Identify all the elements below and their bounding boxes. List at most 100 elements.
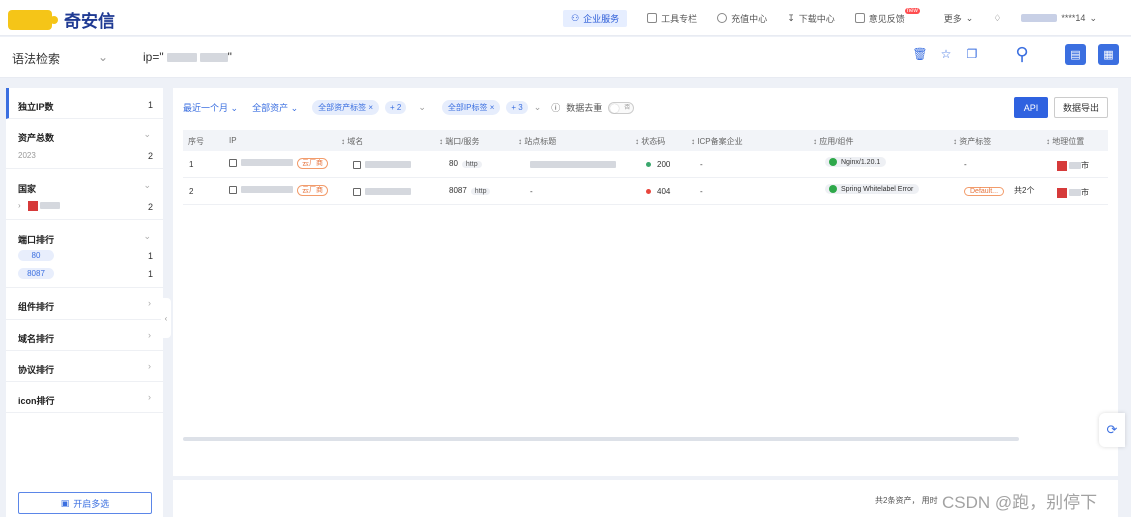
column-header[interactable]: ↕ 地理位置 (1046, 136, 1084, 147)
column-header[interactable]: ↕ 应用/组件 (813, 136, 853, 147)
sidebar-item-domain[interactable]: 域名排行 › (6, 320, 163, 351)
chevron-down-icon[interactable]: ⌄ (418, 102, 426, 113)
nav-recharge[interactable]: 充值中心 (707, 0, 777, 36)
sidebar-item-icon[interactable]: icon排行 › (6, 382, 163, 413)
location-cell: 市 (1057, 187, 1089, 198)
results-panel: 最近一个月 ⌄ 全部资产 ⌄ 全部资产标签 × + 2 ⌄ 全部IP标签 × +… (173, 88, 1118, 476)
toolbox-icon (647, 13, 658, 23)
time-range-select[interactable]: 最近一个月 ⌄ (183, 101, 238, 114)
chevron-down-icon[interactable]: ⌄ (534, 102, 542, 113)
chevron-down-icon: ⌄ (143, 180, 151, 190)
protocol-tag: http (470, 188, 491, 195)
nav-download[interactable]: ↧ 下载中心 (777, 0, 845, 36)
asset-tag-chip[interactable]: 全部资产标签 × (312, 100, 380, 115)
port-pill[interactable]: 8087 (18, 268, 54, 279)
cloud-vendor-tag: 云厂商 (297, 158, 328, 169)
sidebar-item-ports[interactable]: 端口排行 ⌄ 80 1 8087 1 (6, 220, 163, 288)
domain-cell[interactable] (353, 160, 411, 169)
top-nav-menu: ⚇ 企业服务 工具专栏 充值中心 ↧ 下载中心 意见反馈 new 更多 ⌄ ♢ ****… (563, 0, 1107, 36)
export-data-button[interactable]: 数据导出 (1054, 97, 1108, 118)
new-badge: new (904, 8, 920, 14)
sidebar-item-component[interactable]: 组件排行 › (6, 288, 163, 320)
port-cell[interactable]: 8087 http (449, 186, 491, 195)
asset-tag-more[interactable]: + 2 (385, 101, 407, 114)
status-code-cell: 200 (646, 160, 670, 169)
column-header[interactable]: ↕ ICP备案企业 (691, 136, 743, 147)
asset-type-select[interactable]: 全部资产 ⌄ (252, 101, 298, 114)
dedup-label: 数据去重 (566, 103, 603, 113)
sidebar-item-protocol[interactable]: 协议排行 › (6, 351, 163, 382)
filter-bar: 最近一个月 ⌄ 全部资产 ⌄ 全部资产标签 × + 2 ⌄ 全部IP标签 × +… (183, 100, 635, 115)
status-dot (646, 189, 651, 195)
spring-icon (829, 185, 837, 193)
nav-tools[interactable]: 工具专栏 (637, 0, 707, 36)
host-icon (229, 185, 237, 194)
port-cell[interactable]: 80 http (449, 159, 482, 168)
column-header[interactable]: IP (229, 136, 237, 145)
status-code-cell: 404 (646, 187, 670, 196)
top-navigation-bar: 奇安信 ⚇ 企业服务 工具专栏 充值中心 ↧ 下载中心 意见反馈 new 更多 ⌄ ♢ … (0, 0, 1131, 36)
floating-assistant-button[interactable]: ⟳ (1099, 413, 1125, 447)
country-flag-icon (1057, 187, 1067, 198)
chevron-down-icon: ⌄ (1089, 12, 1097, 23)
nav-enterprise-service[interactable]: ⚇ 企业服务 (563, 9, 628, 27)
asset-tag[interactable]: Default... (964, 187, 1005, 196)
component-tag[interactable]: Spring Whitelabel Error (825, 184, 920, 194)
sidebar-item-unique-ip[interactable]: 独立IP数 1 (6, 88, 163, 119)
status-dot (646, 162, 651, 168)
ip-tag-chip[interactable]: 全部IP标签 × (441, 100, 501, 115)
save-query-button[interactable]: ▤ (1065, 43, 1086, 65)
copy-icon[interactable]: ❐ (965, 47, 979, 61)
asset-tag-cell[interactable]: Default... 共2个 (964, 185, 1034, 196)
component-cell[interactable]: Nginx/1.20.1 (825, 157, 887, 168)
location-cell: 市 (1057, 160, 1089, 171)
close-icon[interactable]: × (490, 103, 495, 112)
ip-cell[interactable]: 云厂商 (229, 185, 328, 196)
trash-icon[interactable]: 🗑 (912, 47, 927, 61)
port-pill[interactable]: 80 (18, 250, 54, 261)
user-menu[interactable]: ****14 ⌄ (1011, 0, 1107, 36)
column-header[interactable]: ↕ 站点标题 (518, 136, 556, 147)
expand-arrow-icon[interactable]: › (18, 201, 21, 210)
assistant-icon: ⟳ (1106, 422, 1118, 437)
column-header[interactable]: ↕ 端口/服务 (439, 136, 479, 147)
edit-icon (854, 13, 865, 23)
table-row[interactable]: 1 云厂商 80 http 200 - Nginx/1.20.1 - 市 (183, 151, 1108, 178)
table-row[interactable]: 2 云厂商 8087 http - 404 - Spring Whitelabel… (183, 178, 1108, 205)
redacted-ip (241, 186, 293, 194)
redacted-ip (241, 159, 293, 167)
brand-name: 奇安信 (64, 12, 115, 31)
column-header[interactable]: ↕ 状态码 (635, 136, 665, 147)
user-icon: ⚇ (571, 12, 580, 23)
dedup-toggle[interactable]: 否 (608, 101, 635, 114)
notification-bell[interactable]: ♢ (983, 0, 1011, 36)
chevron-down-icon: ⌄ (965, 12, 974, 23)
sidebar-item-country[interactable]: 国家 ⌄ › 2 (6, 169, 163, 220)
chevron-down-icon: ⌄ (98, 50, 109, 64)
search-input[interactable]: ip=" " (143, 50, 232, 64)
column-header[interactable]: ↕ 资产标签 (953, 136, 991, 147)
domain-cell[interactable] (353, 187, 411, 196)
ip-cell[interactable]: 云厂商 (229, 158, 328, 169)
nav-more[interactable]: 更多 ⌄ (934, 0, 984, 36)
stats-sidebar: 独立IP数 1 资产总数 ⌄ 2023 2 国家 ⌄ › 2 端口排行 ⌄ 80… (6, 88, 163, 517)
brand-logo[interactable]: 奇安信 (8, 7, 115, 32)
sidebar-item-asset-total[interactable]: 资产总数 ⌄ 2023 2 (6, 119, 163, 169)
close-icon[interactable]: × (368, 103, 373, 112)
redacted-ip (199, 52, 228, 62)
component-cell[interactable]: Spring Whitelabel Error (825, 184, 920, 195)
help-icon: ⓘ (551, 103, 561, 113)
multi-select-button[interactable]: ▣ 开启多选 (18, 492, 152, 514)
host-icon (229, 158, 237, 167)
search-icon[interactable]: ⚲ (1011, 43, 1033, 65)
sidebar-collapse-handle[interactable]: ‹ (161, 298, 171, 338)
horizontal-scrollbar[interactable] (183, 437, 1019, 441)
component-tag[interactable]: Nginx/1.20.1 (825, 157, 887, 167)
query-history-button[interactable]: ▦ (1098, 43, 1119, 65)
api-button[interactable]: API (1014, 97, 1048, 118)
nav-feedback[interactable]: 意见反馈 new (845, 0, 934, 36)
column-header[interactable]: ↕ 域名 (341, 136, 363, 147)
star-icon[interactable]: ☆ (939, 47, 953, 61)
search-type-select[interactable]: 语法检索 ⌄ (12, 50, 108, 67)
ip-tag-more[interactable]: + 3 (506, 101, 528, 114)
